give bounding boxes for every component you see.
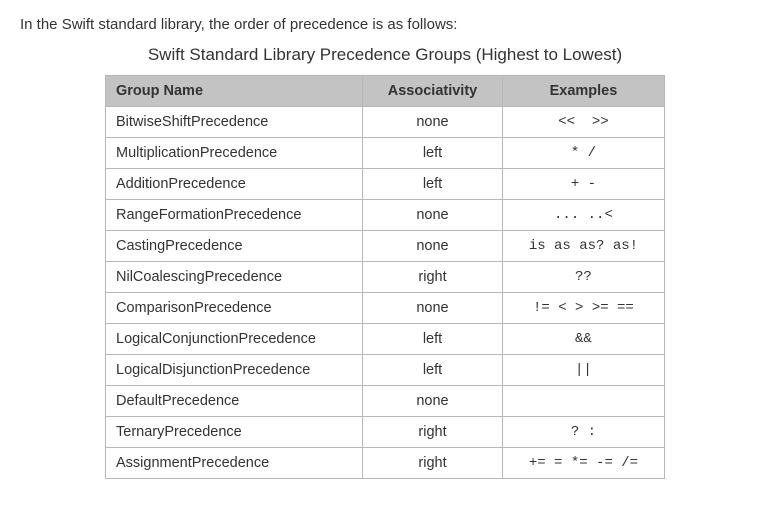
cell-group: AdditionPrecedence bbox=[106, 169, 363, 200]
table-row: RangeFormationPrecedence none ... ..< bbox=[106, 200, 665, 231]
table-caption: Swift Standard Library Precedence Groups… bbox=[105, 45, 665, 65]
precedence-table: Group Name Associativity Examples Bitwis… bbox=[105, 75, 665, 479]
col-header-group: Group Name bbox=[106, 76, 363, 107]
cell-group: CastingPrecedence bbox=[106, 231, 363, 262]
cell-examp: << >> bbox=[502, 107, 664, 138]
cell-group: LogicalConjunctionPrecedence bbox=[106, 324, 363, 355]
cell-assoc: none bbox=[363, 107, 503, 138]
cell-assoc: right bbox=[363, 262, 503, 293]
cell-assoc: right bbox=[363, 417, 503, 448]
cell-examp: * / bbox=[502, 138, 664, 169]
cell-group: MultiplicationPrecedence bbox=[106, 138, 363, 169]
cell-assoc: right bbox=[363, 448, 503, 479]
cell-examp: + - bbox=[502, 169, 664, 200]
col-header-assoc: Associativity bbox=[363, 76, 503, 107]
cell-group: NilCoalescingPrecedence bbox=[106, 262, 363, 293]
table-row: MultiplicationPrecedence left * / bbox=[106, 138, 665, 169]
cell-examp: += = *= -= /= bbox=[502, 448, 664, 479]
cell-group: TernaryPrecedence bbox=[106, 417, 363, 448]
cell-group: AssignmentPrecedence bbox=[106, 448, 363, 479]
intro-text: In the Swift standard library, the order… bbox=[20, 16, 750, 33]
table-row: NilCoalescingPrecedence right ?? bbox=[106, 262, 665, 293]
cell-assoc: left bbox=[363, 169, 503, 200]
table-row: AdditionPrecedence left + - bbox=[106, 169, 665, 200]
cell-examp bbox=[502, 386, 664, 417]
cell-assoc: none bbox=[363, 386, 503, 417]
cell-examp: ?? bbox=[502, 262, 664, 293]
table-row: LogicalConjunctionPrecedence left && bbox=[106, 324, 665, 355]
cell-examp: && bbox=[502, 324, 664, 355]
cell-assoc: left bbox=[363, 324, 503, 355]
table-row: LogicalDisjunctionPrecedence left || bbox=[106, 355, 665, 386]
table-header-row: Group Name Associativity Examples bbox=[106, 76, 665, 107]
cell-assoc: none bbox=[363, 293, 503, 324]
table-row: DefaultPrecedence none bbox=[106, 386, 665, 417]
col-header-examp: Examples bbox=[502, 76, 664, 107]
cell-examp: ... ..< bbox=[502, 200, 664, 231]
table-row: BitwiseShiftPrecedence none << >> bbox=[106, 107, 665, 138]
cell-assoc: left bbox=[363, 355, 503, 386]
cell-examp: != < > >= == bbox=[502, 293, 664, 324]
cell-group: LogicalDisjunctionPrecedence bbox=[106, 355, 363, 386]
cell-assoc: none bbox=[363, 200, 503, 231]
cell-examp: ? : bbox=[502, 417, 664, 448]
precedence-figure: Swift Standard Library Precedence Groups… bbox=[105, 45, 665, 479]
cell-assoc: none bbox=[363, 231, 503, 262]
cell-group: RangeFormationPrecedence bbox=[106, 200, 363, 231]
table-row: AssignmentPrecedence right += = *= -= /= bbox=[106, 448, 665, 479]
cell-examp: is as as? as! bbox=[502, 231, 664, 262]
table-row: CastingPrecedence none is as as? as! bbox=[106, 231, 665, 262]
cell-group: ComparisonPrecedence bbox=[106, 293, 363, 324]
table-row: TernaryPrecedence right ? : bbox=[106, 417, 665, 448]
cell-group: DefaultPrecedence bbox=[106, 386, 363, 417]
table-row: ComparisonPrecedence none != < > >= == bbox=[106, 293, 665, 324]
cell-assoc: left bbox=[363, 138, 503, 169]
cell-group: BitwiseShiftPrecedence bbox=[106, 107, 363, 138]
cell-examp: || bbox=[502, 355, 664, 386]
